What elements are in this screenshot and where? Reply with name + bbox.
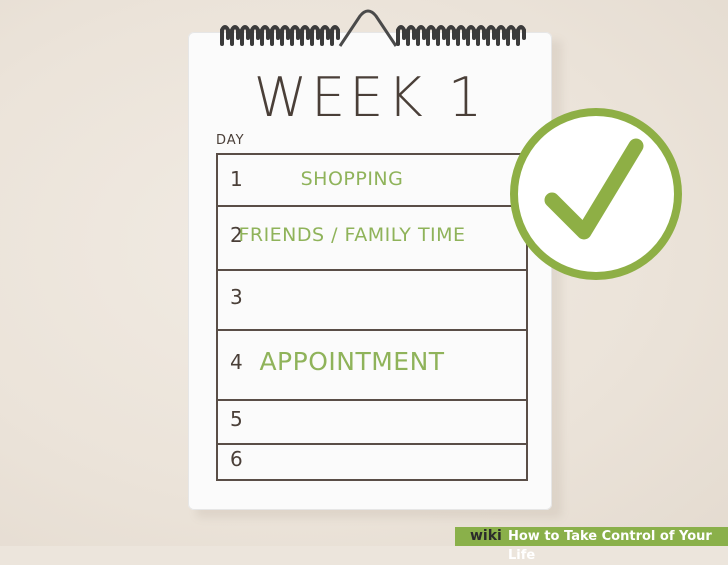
- day-number: 5: [230, 407, 243, 431]
- day-task: SHOPPING: [300, 167, 404, 190]
- calendar-title: WEEK 1: [253, 66, 487, 129]
- day-row: 3: [216, 269, 528, 331]
- checkmark-badge: [510, 108, 682, 280]
- day-row: 6: [216, 443, 528, 481]
- day-column-label: DAY: [216, 133, 245, 148]
- day-task: APPOINTMENT: [259, 346, 445, 376]
- day-row: 1 SHOPPING: [216, 153, 528, 207]
- day-row: 2 FRIENDS / FAMILY TIME: [216, 205, 528, 271]
- day-row: 5: [216, 399, 528, 445]
- checkmark-icon: [544, 138, 644, 240]
- scene: WEEK 1 DAY 1 SHOPPING 2 FRIENDS / FAMILY TI…: [0, 0, 728, 563]
- spiral-binding-icon: [220, 9, 526, 47]
- day-task: FRIENDS / FAMILY TIME: [238, 223, 466, 246]
- watermark-title: How to Take Control of Your Life: [508, 529, 712, 563]
- day-number: 3: [230, 285, 243, 309]
- watermark-site: wiki: [470, 528, 502, 544]
- day-number: 6: [230, 447, 243, 471]
- day-row: 4 APPOINTMENT: [216, 329, 528, 401]
